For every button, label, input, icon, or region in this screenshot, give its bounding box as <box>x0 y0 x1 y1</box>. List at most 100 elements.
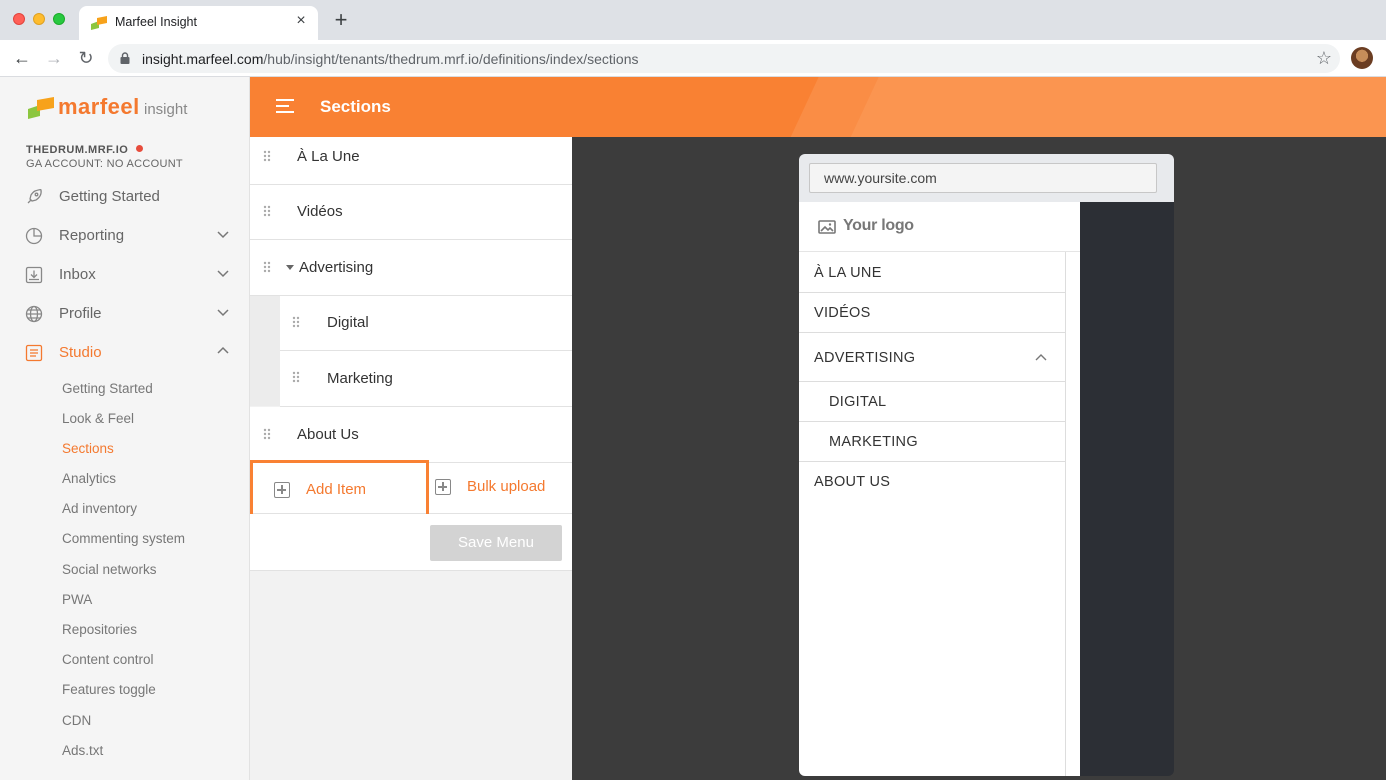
sidebar-subitem-ad-inventory[interactable]: Ad inventory <box>62 501 137 516</box>
studio-icon <box>25 344 43 362</box>
hamburger-menu-icon[interactable] <box>276 99 294 115</box>
sidebar-item-label: Getting Started <box>59 188 160 205</box>
tab-close-icon[interactable]: × <box>292 12 310 30</box>
sidebar-subitem-social-networks[interactable]: Social networks <box>62 562 157 577</box>
page-title: Sections <box>320 97 391 116</box>
sidebar-subitem-content-control[interactable]: Content control <box>62 652 154 667</box>
sections-editor: À La Une Vidéos Advertising Digital Mark… <box>250 137 572 780</box>
close-window-button[interactable] <box>13 13 25 25</box>
sidebar-item-getting-started[interactable]: Getting Started <box>0 177 249 216</box>
preview-menu-item: VIDÉOS <box>799 293 1066 333</box>
sidebar-item-studio[interactable]: Studio <box>0 333 249 372</box>
chevron-up-icon <box>1035 354 1047 361</box>
back-arrow-icon[interactable]: ← <box>11 47 33 69</box>
preview-menu-label: DIGITAL <box>829 394 887 410</box>
pie-chart-icon <box>25 227 43 245</box>
preview-menu-item: ADVERTISING <box>799 333 1066 382</box>
section-row-child[interactable]: Digital <box>280 296 572 351</box>
preview-url-field: www.yoursite.com <box>809 163 1157 193</box>
sidebar-item-reporting[interactable]: Reporting <box>0 216 249 255</box>
preview-menu-subitem: DIGITAL <box>799 382 1066 422</box>
rocket-icon <box>27 189 42 204</box>
sidebar-item-label: Studio <box>59 344 102 361</box>
browser-tab[interactable]: Marfeel Insight × <box>79 6 318 40</box>
chevron-down-icon <box>217 270 229 278</box>
preview-menu-label: ADVERTISING <box>814 350 916 366</box>
bulk-upload-button[interactable]: Bulk upload <box>430 463 572 513</box>
drag-handle-icon[interactable] <box>263 205 271 217</box>
add-icon <box>435 479 451 495</box>
section-row[interactable]: About Us <box>250 407 572 463</box>
sidebar: marfeel insight THEDRUM.MRF.IO GA ACCOUN… <box>0 77 250 780</box>
sidebar-subitem-sections[interactable]: Sections <box>62 441 114 456</box>
mobile-preview-device: www.yoursite.com Your logo À LA UNE VIDÉ… <box>799 154 1174 776</box>
section-label: À La Une <box>297 148 360 165</box>
collapse-caret-icon[interactable] <box>286 265 294 270</box>
sidebar-subitem-repositories[interactable]: Repositories <box>62 622 137 637</box>
chevron-down-icon <box>217 231 229 239</box>
preview-menu-label: MARKETING <box>829 434 918 450</box>
chevron-up-icon <box>217 346 229 354</box>
browser-toolbar: ← → ↻ insight.marfeel.com/hub/insight/te… <box>0 40 1386 77</box>
preview-menu-item: À LA UNE <box>799 252 1066 293</box>
sidebar-subitem-analytics[interactable]: Analytics <box>62 471 116 486</box>
new-tab-button[interactable]: + <box>330 9 352 31</box>
url-host: insight.marfeel.com <box>142 51 264 67</box>
sidebar-subitem-features-toggle[interactable]: Features toggle <box>62 682 156 697</box>
sidebar-item-label: Profile <box>59 305 102 322</box>
section-label: Marketing <box>327 370 393 387</box>
save-menu-button[interactable]: Save Menu <box>430 525 562 561</box>
page-header: Sections <box>250 77 1386 137</box>
inbox-icon <box>25 266 43 284</box>
bookmark-star-icon[interactable]: ☆ <box>1316 48 1332 69</box>
section-row[interactable]: À La Une <box>250 137 572 185</box>
add-icon <box>274 482 290 498</box>
tenant-name: THEDRUM.MRF.IO <box>26 144 144 156</box>
marfeel-logo-icon <box>28 97 54 119</box>
section-label: Digital <box>327 314 369 331</box>
preview-menu-subitem: MARKETING <box>799 422 1066 462</box>
globe-icon <box>25 305 43 323</box>
reload-icon[interactable]: ↻ <box>75 47 97 69</box>
minimize-window-button[interactable] <box>33 13 45 25</box>
sidebar-item-label: Reporting <box>59 227 125 244</box>
section-label: Vidéos <box>297 203 343 220</box>
section-label: About Us <box>297 426 359 443</box>
sidebar-subitem-commenting-system[interactable]: Commenting system <box>62 531 185 546</box>
sidebar-subitem-pwa[interactable]: PWA <box>62 592 92 607</box>
url-path: /hub/insight/tenants/thedrum.mrf.io/defi… <box>263 51 639 67</box>
preview-menu-list: À LA UNE VIDÉOS ADVERTISING DIGITAL MARK… <box>799 252 1066 776</box>
mobile-preview-area: www.yoursite.com Your logo À LA UNE VIDÉ… <box>572 137 1386 780</box>
sidebar-subitem-getting-started[interactable]: Getting Started <box>62 381 153 396</box>
profile-avatar[interactable] <box>1351 47 1373 69</box>
preview-menu-label: VIDÉOS <box>814 305 871 321</box>
section-row[interactable]: Advertising <box>250 240 572 296</box>
drag-handle-icon[interactable] <box>263 261 271 273</box>
sidebar-item-inbox[interactable]: Inbox <box>0 255 249 294</box>
add-item-button[interactable]: Add Item <box>250 460 429 517</box>
sidebar-subitem-look-and-feel[interactable]: Look & Feel <box>62 411 134 426</box>
marfeel-favicon-icon <box>91 16 107 30</box>
sidebar-item-label: Inbox <box>59 266 96 283</box>
address-bar[interactable]: insight.marfeel.com/hub/insight/tenants/… <box>108 44 1340 73</box>
bulk-upload-label: Bulk upload <box>467 478 546 495</box>
sidebar-subitem-ads-txt[interactable]: Ads.txt <box>62 743 103 758</box>
maximize-window-button[interactable] <box>53 13 65 25</box>
drag-handle-icon[interactable] <box>263 150 271 162</box>
lock-icon <box>120 52 130 64</box>
section-row-child[interactable]: Marketing <box>280 351 572 407</box>
drag-handle-icon[interactable] <box>292 371 300 383</box>
section-actions: Add Item Bulk upload <box>250 460 572 517</box>
save-row: Save Menu <box>250 514 572 571</box>
logo-text: Your logo <box>843 217 914 234</box>
drag-handle-icon[interactable] <box>263 428 271 440</box>
preview-menu-label: À LA UNE <box>814 265 882 281</box>
url-text: insight.marfeel.com/hub/insight/tenants/… <box>142 51 639 67</box>
preview-logo: Your logo <box>799 202 1080 252</box>
sidebar-subitem-cdn[interactable]: CDN <box>62 713 91 728</box>
section-row[interactable]: Vidéos <box>250 185 572 240</box>
ga-account: GA ACCOUNT: NO ACCOUNT <box>26 158 183 170</box>
forward-arrow-icon[interactable]: → <box>43 47 65 69</box>
drag-handle-icon[interactable] <box>292 316 300 328</box>
sidebar-item-profile[interactable]: Profile <box>0 294 249 333</box>
